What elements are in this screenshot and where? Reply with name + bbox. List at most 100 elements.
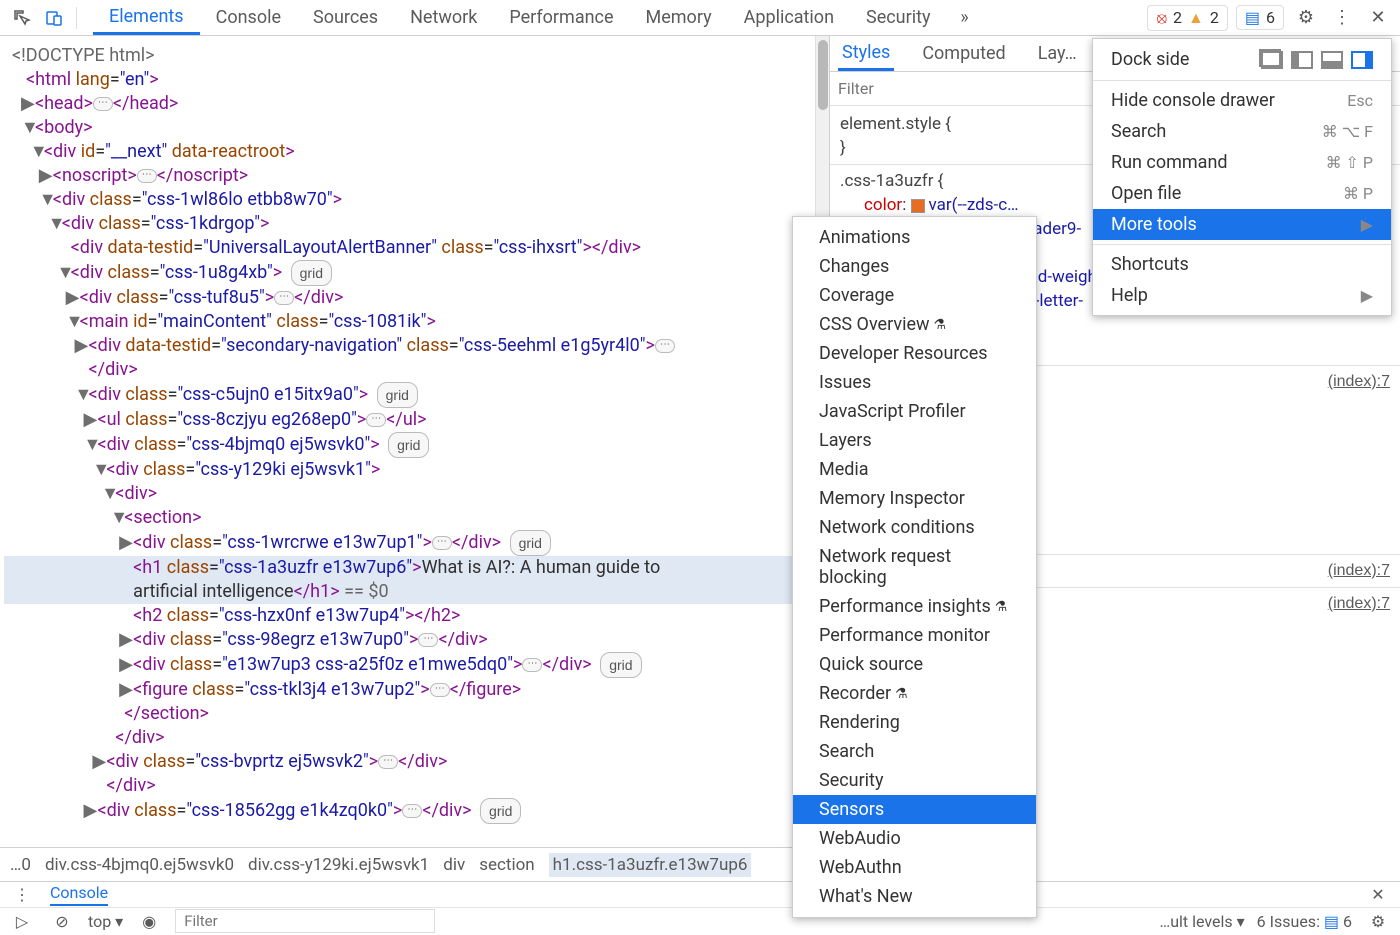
dom-node[interactable]: ▼<main id="mainContent" class="css-1081i… [4,310,815,334]
dom-node[interactable]: ▼<div id="__next" data-reactroot> [4,140,815,164]
submenu-item-memory-inspector[interactable]: Memory Inspector [793,484,1036,513]
dock-left-icon[interactable] [1291,51,1313,69]
dom-node[interactable]: ▶<div class="css-98egrz e13w7up0">⋯</div… [4,628,815,652]
breadcrumb-item[interactable]: …0 [10,855,31,875]
tab-console[interactable]: Console [200,0,297,35]
menu-item-more-tools[interactable]: More tools▶ [1093,209,1391,240]
dom-node[interactable]: ▶<div class="e13w7up3 css-a25f0z e1mwe5d… [4,652,815,678]
dom-node[interactable]: ▼<div> [4,482,815,506]
log-levels[interactable]: …ult levels ▾ [1160,912,1245,931]
submenu-item-sensors[interactable]: Sensors [793,795,1036,824]
dom-node[interactable]: ▶<div class="css-bvprtz ej5wsvk2">⋯</div… [4,750,815,774]
menu-item-hide-console-drawer[interactable]: Hide console drawerEsc [1093,85,1391,116]
more-tools-submenu[interactable]: AnimationsChangesCoverageCSS Overview ⚗D… [792,216,1037,918]
tab-application[interactable]: Application [728,0,850,35]
submenu-item-webauthn[interactable]: WebAuthn [793,853,1036,882]
dom-node[interactable]: ▶<figure class="css-tkl3j4 e13w7up2">⋯</… [4,678,815,702]
dom-node[interactable]: ▶<div class="css-1wrcrwe e13w7up1">⋯</di… [4,530,815,556]
breadcrumb-item[interactable]: section [479,855,534,875]
dock-right-icon[interactable] [1351,51,1373,69]
submenu-item-coverage[interactable]: Coverage [793,281,1036,310]
dom-node[interactable]: <h2 class="css-hzx0nf e13w7up4"></h2> [4,604,815,628]
dom-node[interactable]: ▶<div class="css-tuf8u5">⋯</div> [4,286,815,310]
console-settings-icon[interactable]: ⚙ [1364,907,1392,935]
dom-node[interactable]: ▼<div class="css-4bjmq0 ej5wsvk0"> grid [4,432,815,458]
dom-node[interactable]: </div> [4,726,815,750]
dom-node[interactable]: ▶<ul class="css-8czjyu eg268ep0">⋯</ul> [4,408,815,432]
submenu-item-rendering[interactable]: Rendering [793,708,1036,737]
submenu-item-what's-new[interactable]: What's New [793,882,1036,911]
issues-label[interactable]: 6 Issues: ▤ 6 [1257,912,1352,931]
breadcrumb-item[interactable]: h1.css-1a3uzfr.e13w7up6 [549,853,752,877]
styles-tab-styles[interactable]: Styles [838,36,894,71]
tab-security[interactable]: Security [850,0,946,35]
menu-item-search[interactable]: Search⌘ ⌥ F [1093,116,1391,147]
console-filter-input[interactable] [175,909,435,933]
settings-icon[interactable]: ⚙ [1292,4,1320,32]
dom-node[interactable]: ▼<div class="css-c5ujn0 e15itx9a0"> grid [4,382,815,408]
submenu-item-javascript-profiler[interactable]: JavaScript Profiler [793,397,1036,426]
menu-item-shortcuts[interactable]: Shortcuts [1093,249,1391,280]
dom-node[interactable]: <h1 class="css-1a3uzfr e13w7up6">What is… [4,556,815,580]
kebab-menu-icon[interactable]: ⋮ [1328,4,1356,32]
submenu-item-security[interactable]: Security [793,766,1036,795]
submenu-item-developer-resources[interactable]: Developer Resources [793,339,1036,368]
dock-bottom-icon[interactable] [1321,51,1343,69]
dom-node[interactable]: ▼<div class="css-1wl86lo etbb8w70"> [4,188,815,212]
messages-badge[interactable]: ▤6 [1236,5,1284,30]
submenu-item-media[interactable]: Media [793,455,1036,484]
console-tab[interactable]: Console [50,883,108,906]
context-selector[interactable]: top ▾ [88,912,123,931]
dom-node[interactable]: ▶<div class="css-18562gg e1k4zq0k0">⋯</d… [4,798,815,824]
dom-node[interactable]: </div> [4,774,815,798]
source-link[interactable]: (index):7 [1328,592,1390,616]
submenu-item-network-request-blocking[interactable]: Network request blocking [793,542,1036,592]
tab-performance[interactable]: Performance [493,0,629,35]
submenu-item-changes[interactable]: Changes [793,252,1036,281]
dom-node[interactable]: <html lang="en"> [4,68,815,92]
main-menu[interactable]: Dock side Hide console drawerEscSearch⌘ … [1092,38,1392,316]
dom-tree[interactable]: <!DOCTYPE html> <html lang="en"> ▶<head>… [0,36,815,881]
eye-icon[interactable]: ◉ [135,907,163,935]
clear-console-icon[interactable]: ⊘ [48,907,76,935]
error-warning-badge[interactable]: ⦻2 ▲2 [1147,5,1227,31]
styles-tab-computed[interactable]: Computed [918,36,1009,71]
menu-item-open-file[interactable]: Open file⌘ P [1093,178,1391,209]
source-link[interactable]: (index):7 [1328,370,1390,394]
styles-tab-lay…[interactable]: Lay… [1034,36,1081,71]
dom-node[interactable]: ▼<div class="css-1kdrgop"> [4,212,815,236]
submenu-item-layers[interactable]: Layers [793,426,1036,455]
submenu-item-performance-insights[interactable]: Performance insights ⚗ [793,592,1036,621]
dom-node[interactable]: ▶<head>⋯</head> [4,92,815,116]
breadcrumb-item[interactable]: div.css-4bjmq0.ej5wsvk0 [45,855,234,875]
dom-node[interactable]: ▼<div class="css-y129ki ej5wsvk1"> [4,458,815,482]
source-link[interactable]: (index):7 [1328,559,1390,583]
submenu-item-quick-source[interactable]: Quick source [793,650,1036,679]
dom-node[interactable]: ▶<div data-testid="secondary-navigation"… [4,334,815,358]
dom-node[interactable]: </section> [4,702,815,726]
dom-node[interactable]: </div> [4,358,815,382]
dom-node[interactable]: ▼<body> [4,116,815,140]
submenu-item-animations[interactable]: Animations [793,223,1036,252]
tab-sources[interactable]: Sources [297,0,394,35]
dom-node[interactable]: ▼<section> [4,506,815,530]
submenu-item-webaudio[interactable]: WebAudio [793,824,1036,853]
menu-item-help[interactable]: Help▶ [1093,280,1391,311]
step-icon[interactable]: ▷ [8,907,36,935]
breadcrumb-item[interactable]: div [443,855,465,875]
breadcrumb-item[interactable]: div.css-y129ki.ej5wsvk1 [248,855,429,875]
drawer-menu-icon[interactable]: ⋮ [8,881,36,909]
dom-breadcrumb[interactable]: …0 div.css-4bjmq0.ej5wsvk0 div.css-y129ki.… [0,847,815,881]
submenu-item-network-conditions[interactable]: Network conditions [793,513,1036,542]
submenu-item-issues[interactable]: Issues [793,368,1036,397]
dock-undock-icon[interactable] [1261,51,1283,69]
device-toggle-icon[interactable] [40,4,68,32]
inspect-icon[interactable] [8,4,36,32]
submenu-item-search[interactable]: Search [793,737,1036,766]
tab-elements[interactable]: Elements [93,0,200,35]
close-icon[interactable]: ✕ [1364,4,1392,32]
menu-item-run-command[interactable]: Run command⌘ ⇧ P [1093,147,1391,178]
tab-network[interactable]: Network [394,0,493,35]
dom-node[interactable]: <div data-testid="UniversalLayoutAlertBa… [4,236,815,260]
dom-node[interactable]: artificial intelligence</h1> == $0 [4,580,815,604]
